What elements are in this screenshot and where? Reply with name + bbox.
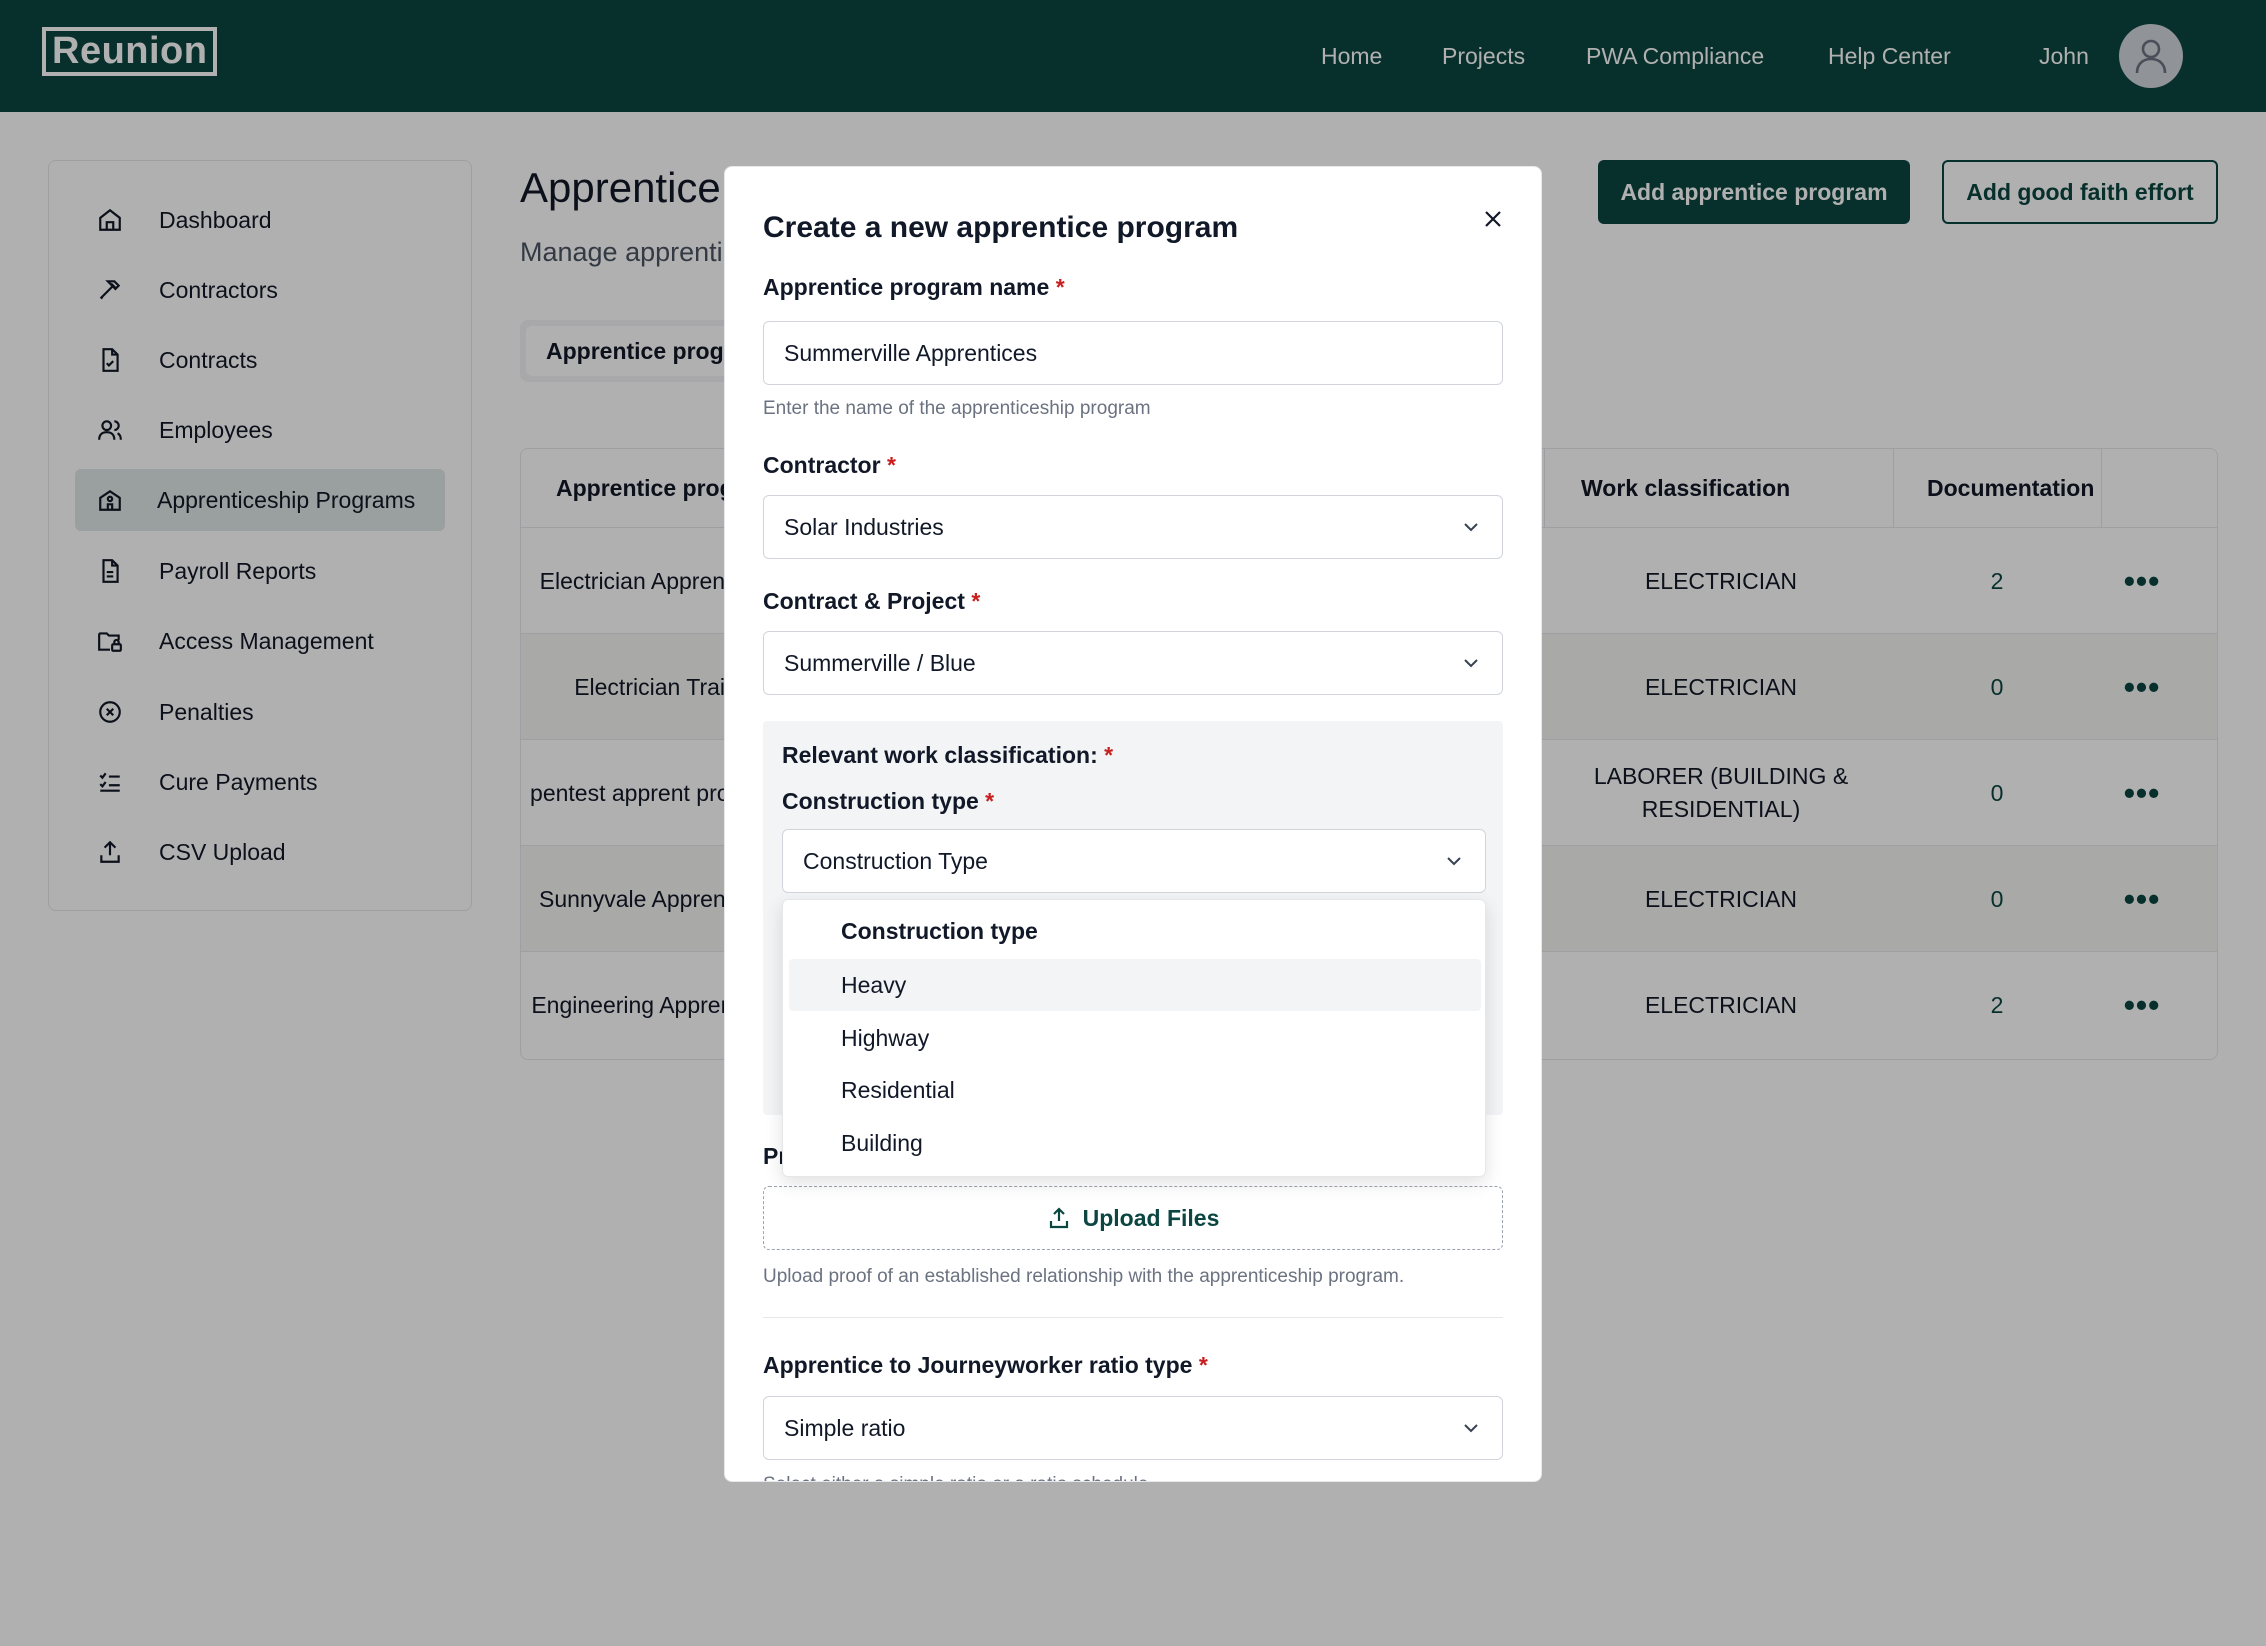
- program-name-help: Enter the name of the apprenticeship pro…: [763, 398, 1151, 419]
- upload-files-label: Upload Files: [1082, 1204, 1220, 1231]
- contract-project-label: Contract & Project *: [763, 588, 981, 614]
- ratio-type-select-value: Simple ratio: [784, 1415, 906, 1441]
- chevron-down-icon: [1447, 857, 1461, 866]
- construction-type-options: Construction type Heavy Highway Resident…: [782, 899, 1486, 1177]
- construction-type-select[interactable]: Construction Type: [782, 829, 1486, 893]
- required-mark: *: [1104, 742, 1114, 768]
- construction-type-select-value: Construction Type: [803, 848, 988, 874]
- chevron-down-icon: [1464, 1424, 1478, 1433]
- option-building[interactable]: Building: [789, 1117, 1481, 1169]
- work-classification-label: Relevant work classification: *: [782, 742, 1114, 768]
- ratio-type-label: Apprentice to Journeyworker ratio type *: [763, 1352, 1208, 1378]
- options-group-header: Construction type: [841, 918, 1038, 944]
- chevron-down-icon: [1464, 659, 1478, 668]
- close-icon: [1485, 211, 1501, 227]
- required-mark: *: [985, 788, 995, 814]
- modal-title: Create a new apprentice program: [763, 211, 1239, 244]
- contractor-select-value: Solar Industries: [784, 514, 944, 540]
- construction-type-label: Construction type *: [782, 788, 995, 814]
- contract-project-select[interactable]: Summerville / Blue: [763, 631, 1503, 695]
- option-residential[interactable]: Residential: [789, 1064, 1481, 1116]
- proof-help: Upload proof of an established relations…: [763, 1266, 1405, 1287]
- ratio-type-help: Select either a simple ratio or a ratio …: [763, 1471, 1148, 1481]
- ratio-type-select[interactable]: Simple ratio: [763, 1396, 1503, 1460]
- required-mark: *: [886, 452, 896, 478]
- option-highway[interactable]: Highway: [789, 1012, 1481, 1064]
- program-name-label: Apprentice program name *: [763, 274, 1065, 300]
- option-heavy[interactable]: Heavy: [789, 959, 1481, 1011]
- contractor-select[interactable]: Solar Industries: [763, 495, 1503, 559]
- required-mark: *: [1055, 274, 1065, 300]
- upload-files-button[interactable]: Upload Files: [763, 1186, 1503, 1250]
- required-mark: *: [971, 588, 981, 614]
- upload-icon: [1049, 1207, 1068, 1229]
- divider: [763, 1317, 1503, 1318]
- contractor-label: Contractor *: [763, 452, 896, 478]
- close-button[interactable]: [1475, 201, 1511, 237]
- program-name-input[interactable]: Summerville Apprentices: [763, 321, 1503, 385]
- contract-project-select-value: Summerville / Blue: [784, 650, 976, 676]
- chevron-down-icon: [1464, 523, 1478, 532]
- create-apprentice-program-modal: Create a new apprentice program Apprenti…: [724, 166, 1542, 1482]
- required-mark: *: [1198, 1352, 1208, 1378]
